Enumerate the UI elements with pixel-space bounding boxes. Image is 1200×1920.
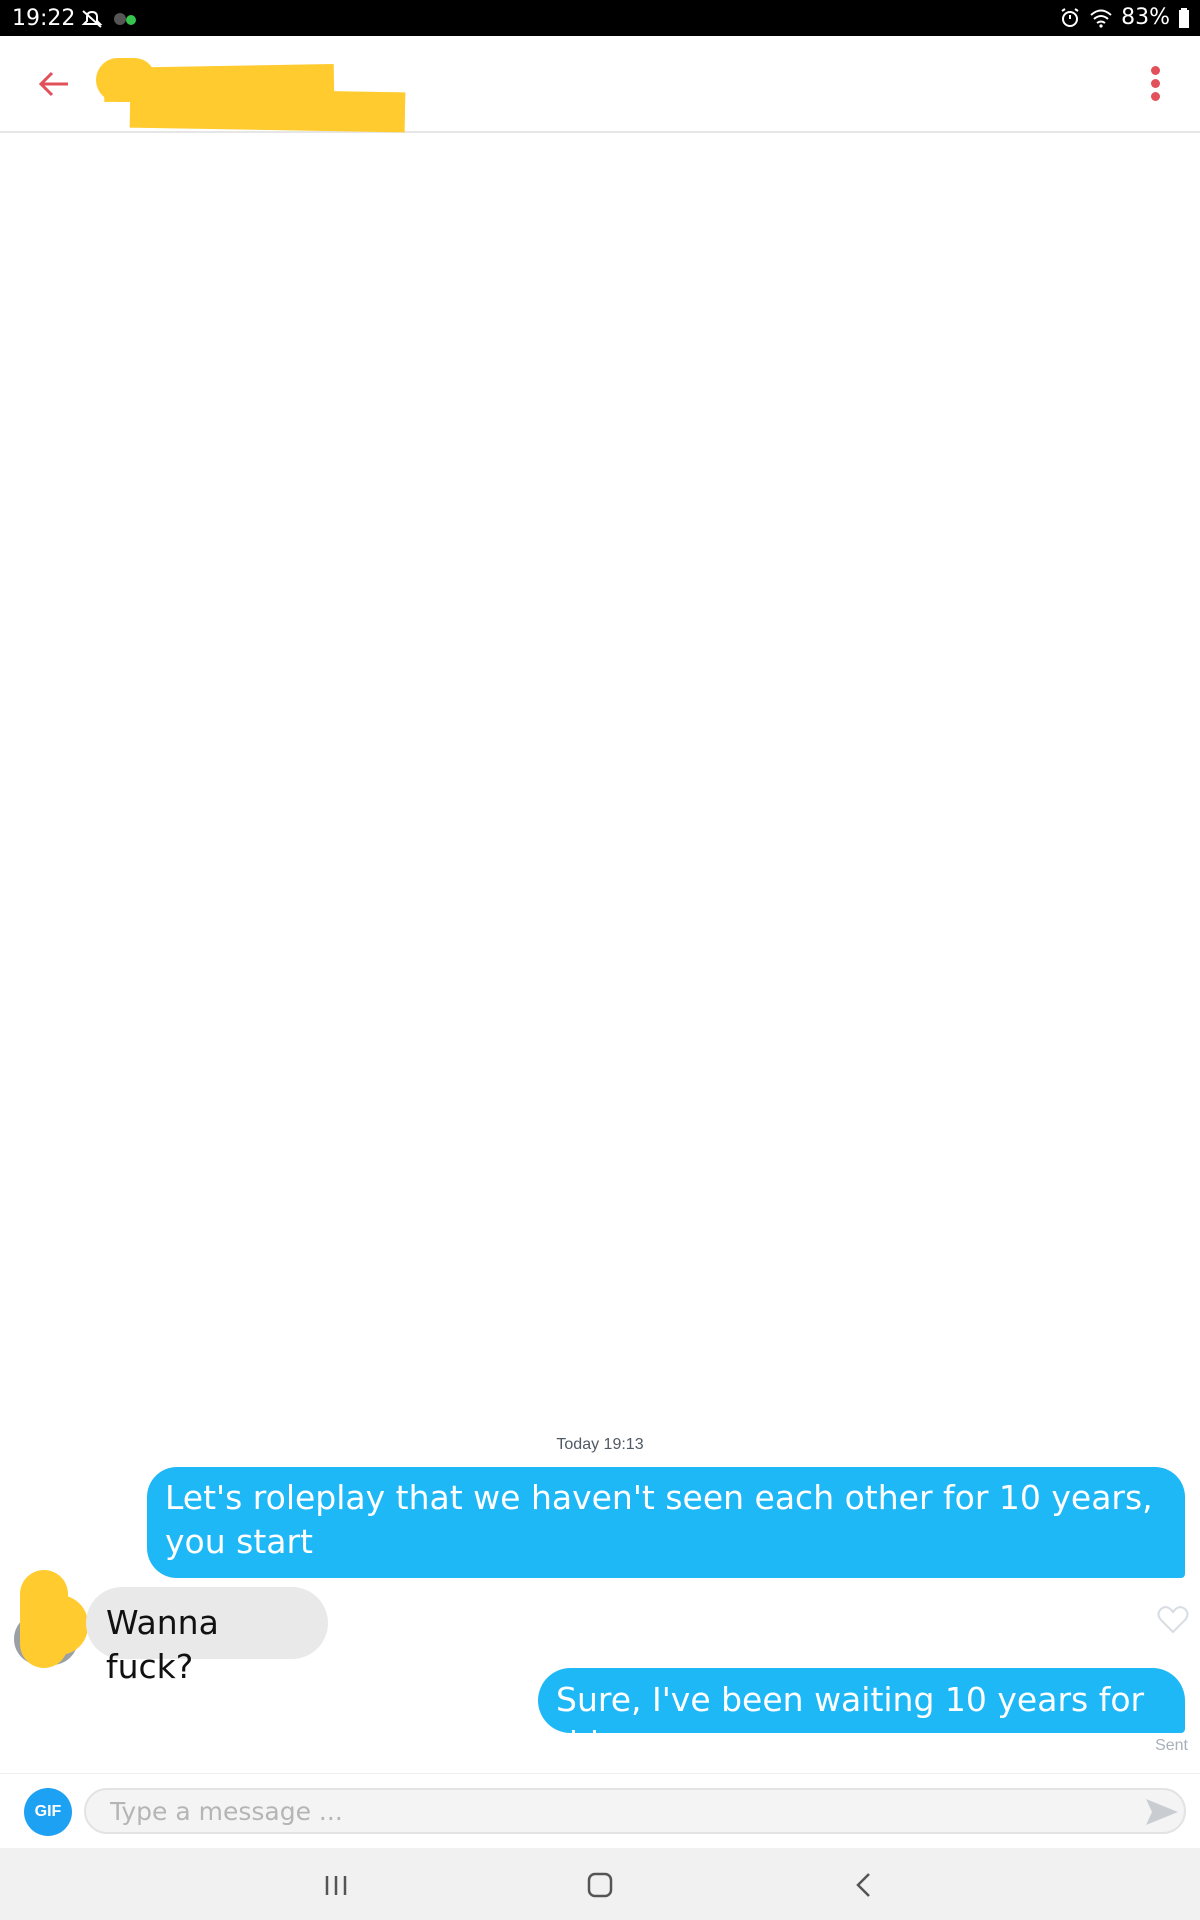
send-icon[interactable]: [1144, 1796, 1180, 1828]
delivery-status: Sent: [1155, 1737, 1188, 1754]
redacted-match-name-stroke: [129, 87, 406, 133]
message-composer: GIF: [0, 1773, 1200, 1848]
outgoing-message[interactable]: Let's roleplay that we haven't seen each…: [147, 1467, 1185, 1578]
status-time: 19:22: [12, 6, 76, 31]
chat-header: [0, 36, 1200, 133]
redacted-sender-avatar-cover-2: [30, 1595, 88, 1655]
like-heart-icon[interactable]: [1157, 1605, 1189, 1635]
alarm-icon: [1061, 7, 1079, 27]
message-input[interactable]: [84, 1788, 1186, 1834]
home-icon[interactable]: [580, 1868, 620, 1902]
back-icon[interactable]: [844, 1868, 884, 1902]
more-vertical-icon[interactable]: [1140, 62, 1170, 106]
gif-button[interactable]: GIF: [24, 1788, 72, 1836]
notifications-off-icon: [81, 10, 103, 28]
battery-percent: 83%: [1121, 5, 1170, 30]
back-arrow-icon[interactable]: [34, 66, 74, 102]
recent-apps-icon[interactable]: [316, 1868, 356, 1902]
system-nav-bar: [0, 1848, 1200, 1920]
status-bar: 19:22 83%: [0, 0, 1200, 36]
message-timestamp: Today 19:13: [556, 1436, 644, 1453]
battery-icon: [1179, 7, 1189, 28]
outgoing-message[interactable]: Sure, I've been waiting 10 years for thi…: [538, 1668, 1185, 1763]
wifi-icon: [1090, 9, 1112, 28]
incoming-message[interactable]: Wanna fuck?: [86, 1587, 328, 1686]
message-list: Today 19:13 Let's roleplay that we haven…: [0, 133, 1200, 1773]
vpn-icon: [114, 13, 136, 25]
